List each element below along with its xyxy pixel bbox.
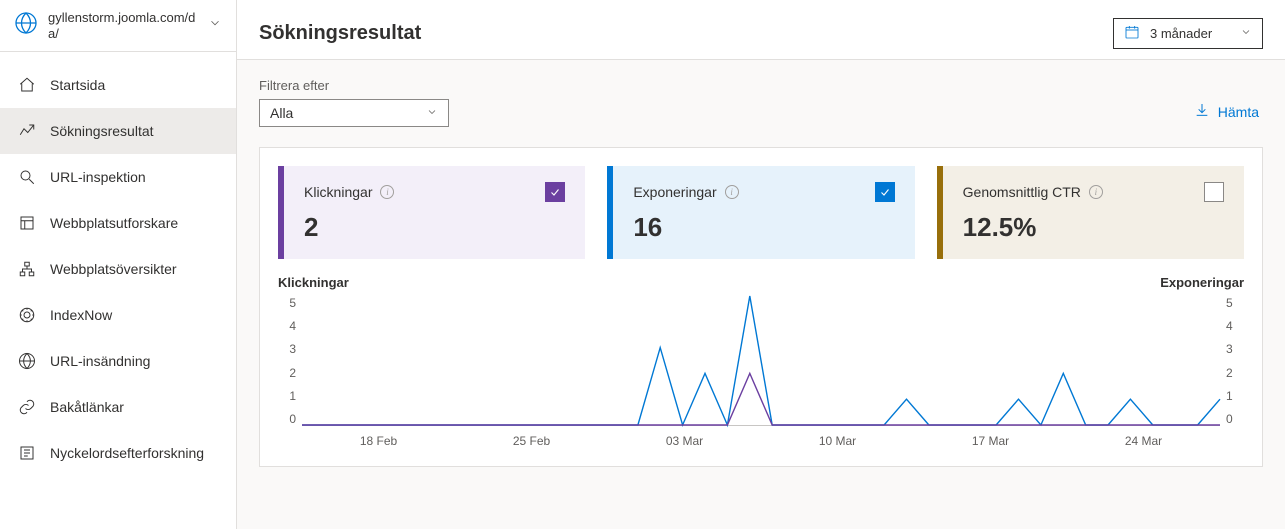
metric-ctr-value: 12.5% (963, 212, 1224, 243)
chart: 543210 543210 (278, 296, 1244, 426)
download-icon (1194, 102, 1210, 121)
calendar-icon (1124, 24, 1140, 43)
backlinks-icon (18, 398, 36, 416)
sidebar-item-indexnow[interactable]: IndexNow (0, 292, 236, 338)
metric-ctr-checkbox[interactable] (1204, 182, 1224, 202)
sidebar-item-sitemaps[interactable]: Webbplatsöversikter (0, 246, 236, 292)
metric-impressions-checkbox[interactable] (875, 182, 895, 202)
y-axis-left: 543210 (278, 296, 302, 426)
content: Filtrera efter Alla Hämta (237, 60, 1285, 529)
metric-clicks-checkbox[interactable] (545, 182, 565, 202)
metric-impressions-value: 16 (633, 212, 894, 243)
explorer-icon (18, 214, 36, 232)
info-icon[interactable]: i (380, 185, 394, 199)
sidebar-item-label: Startsida (50, 77, 105, 93)
keywords-icon (18, 444, 36, 462)
date-range-select[interactable]: 3 månader (1113, 18, 1263, 49)
home-icon (18, 76, 36, 94)
download-button[interactable]: Hämta (1190, 96, 1263, 127)
info-icon[interactable]: i (1089, 185, 1103, 199)
sidebar-item-keywords[interactable]: Nyckelordsefterforskning (0, 430, 236, 476)
site-selector[interactable]: gyllenstorm.joomla.com/da/ (0, 0, 236, 52)
chevron-down-icon (426, 105, 438, 121)
search-icon (18, 122, 36, 140)
metrics-row: Klickningar i 2 Exponeringar (278, 166, 1244, 259)
filter-value: Alla (270, 105, 293, 121)
sidebar-item-urlinspect[interactable]: URL-inspektion (0, 154, 236, 200)
sidebar-item-label: Nyckelordsefterforskning (50, 445, 204, 461)
sidebar-item-label: Webbplatsutforskare (50, 215, 178, 231)
indexnow-icon (18, 306, 36, 324)
titlebar: Sökningsresultat 3 månader (237, 0, 1285, 60)
sidebar-item-label: Webbplatsöversikter (50, 261, 177, 277)
info-icon[interactable]: i (725, 185, 739, 199)
sidebar-item-label: Sökningsresultat (50, 123, 154, 139)
metric-impressions[interactable]: Exponeringar i 16 (607, 166, 914, 259)
date-range-label: 3 månader (1150, 26, 1230, 41)
filter-select[interactable]: Alla (259, 99, 449, 127)
chart-right-axis-label: Exponeringar (1160, 275, 1244, 290)
sidebar-item-home[interactable]: Startsida (0, 62, 236, 108)
metric-ctr[interactable]: Genomsnittlig CTR i 12.5% (937, 166, 1244, 259)
chart-header: Klickningar Exponeringar (278, 275, 1244, 290)
main: Sökningsresultat 3 månader Filtrera efte… (237, 0, 1285, 529)
metric-clicks-value: 2 (304, 212, 565, 243)
sidebar-item-urlsubmit[interactable]: URL-insändning (0, 338, 236, 384)
metric-ctr-label: Genomsnittlig CTR (963, 184, 1081, 200)
globe-icon (14, 11, 38, 40)
page-title: Sökningsresultat (259, 22, 421, 45)
filter-block: Filtrera efter Alla (259, 78, 449, 127)
filter-row: Filtrera efter Alla Hämta (259, 78, 1263, 127)
sidebar-item-label: URL-insändning (50, 353, 150, 369)
metric-clicks[interactable]: Klickningar i 2 (278, 166, 585, 259)
y-axis-right: 543210 (1220, 296, 1244, 426)
urlsubmit-icon (18, 352, 36, 370)
urlinspect-icon (18, 168, 36, 186)
sidebar-item-label: Bakåtlänkar (50, 399, 124, 415)
sidebar-item-explorer[interactable]: Webbplatsutforskare (0, 200, 236, 246)
sidebar-item-search[interactable]: Sökningsresultat (0, 108, 236, 154)
sidebar-item-label: URL-inspektion (50, 169, 146, 185)
sitemaps-icon (18, 260, 36, 278)
chart-left-axis-label: Klickningar (278, 275, 349, 290)
sidebar-item-label: IndexNow (50, 307, 112, 323)
filter-label: Filtrera efter (259, 78, 449, 93)
report-card: Klickningar i 2 Exponeringar (259, 147, 1263, 467)
sidebar: gyllenstorm.joomla.com/da/ Startsida Sökn… (0, 0, 237, 529)
sidebar-item-backlinks[interactable]: Bakåtlänkar (0, 384, 236, 430)
site-name: gyllenstorm.joomla.com/da/ (48, 10, 198, 41)
chevron-down-icon (1240, 26, 1252, 41)
nav: Startsida Sökningsresultat URL-inspektion W… (0, 52, 236, 476)
metric-impressions-label: Exponeringar (633, 184, 716, 200)
metric-clicks-label: Klickningar (304, 184, 372, 200)
download-label: Hämta (1218, 104, 1259, 120)
chevron-down-icon (208, 16, 222, 35)
chart-series-impressions (302, 296, 1220, 425)
x-axis: 18 Feb25 Feb03 Mar10 Mar17 Mar24 Mar (278, 434, 1244, 448)
plot-area (302, 296, 1220, 426)
